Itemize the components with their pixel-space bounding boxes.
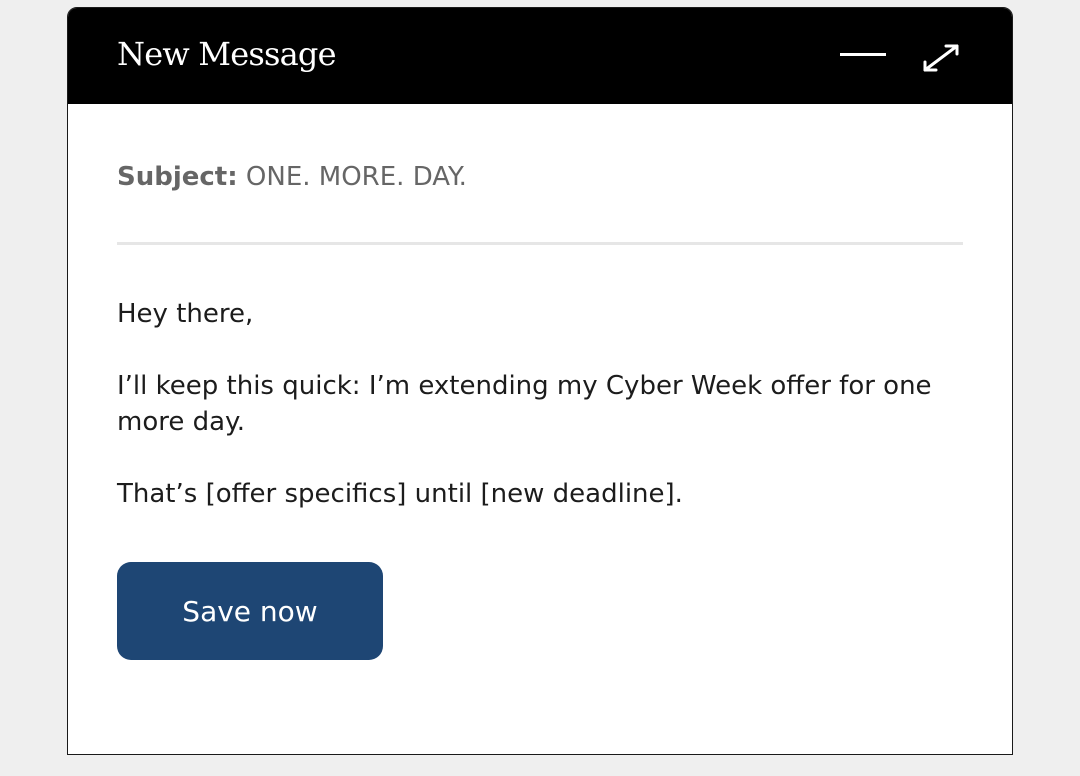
save-now-button[interactable]: Save now (117, 562, 383, 660)
subject-value: ONE. MORE. DAY. (245, 162, 467, 192)
expand-icon[interactable] (920, 42, 962, 74)
minimize-icon[interactable] (840, 53, 886, 56)
title-bar: New Message (68, 8, 1012, 104)
divider (117, 242, 963, 245)
message-greeting: Hey there, (117, 299, 254, 329)
window-title: New Message (117, 35, 337, 73)
subject-line[interactable]: Subject: ONE. MORE. DAY. (117, 164, 467, 190)
message-paragraph-1: I’ll keep this quick: I’m extending my C… (117, 371, 932, 437)
subject-label: Subject: (117, 162, 238, 192)
compose-window: New Message Subject: ONE. MORE. DAY. Hey… (67, 7, 1013, 755)
message-paragraph-2: That’s [offer specifics] until [new dead… (117, 479, 683, 509)
